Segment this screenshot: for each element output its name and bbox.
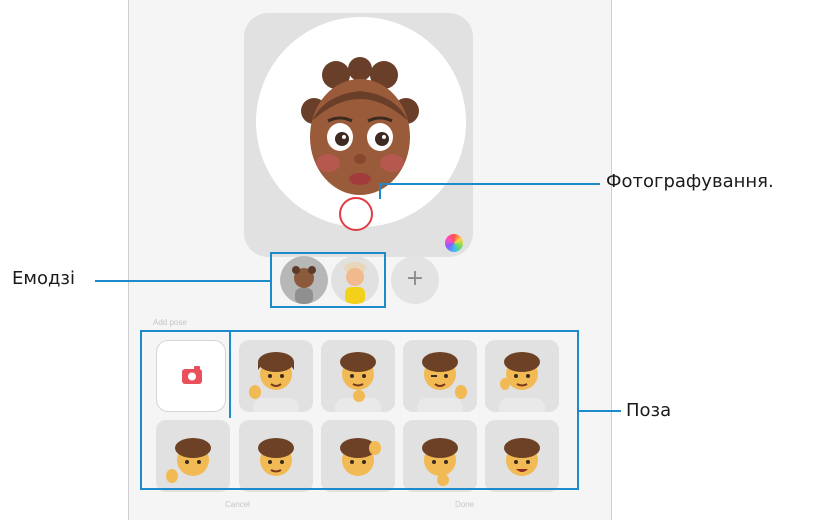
avatar-girl-face-image	[301, 57, 419, 195]
emoji-callout-frame	[270, 252, 386, 308]
avatar-preview	[256, 17, 466, 227]
capture-button[interactable]	[339, 197, 373, 231]
section-title: Add pose	[153, 318, 187, 327]
pose-callout-label: Поза	[626, 400, 672, 421]
cancel-button[interactable]: Cancel	[225, 500, 250, 509]
add-emoji-button[interactable]: +	[391, 256, 439, 304]
pose-callout-line	[579, 410, 621, 412]
avatar-preview-card	[244, 13, 473, 257]
emoji-callout-label: Емодзі	[12, 268, 75, 289]
capture-callout-line	[380, 183, 600, 185]
color-palette-icon[interactable]	[445, 234, 463, 252]
emoji-callout-line	[95, 280, 270, 282]
capture-callout-tick	[379, 183, 381, 199]
pose-callout-divider	[140, 330, 231, 418]
capture-callout-label: Фотографування.	[606, 171, 774, 192]
done-button[interactable]: Done	[455, 500, 474, 509]
